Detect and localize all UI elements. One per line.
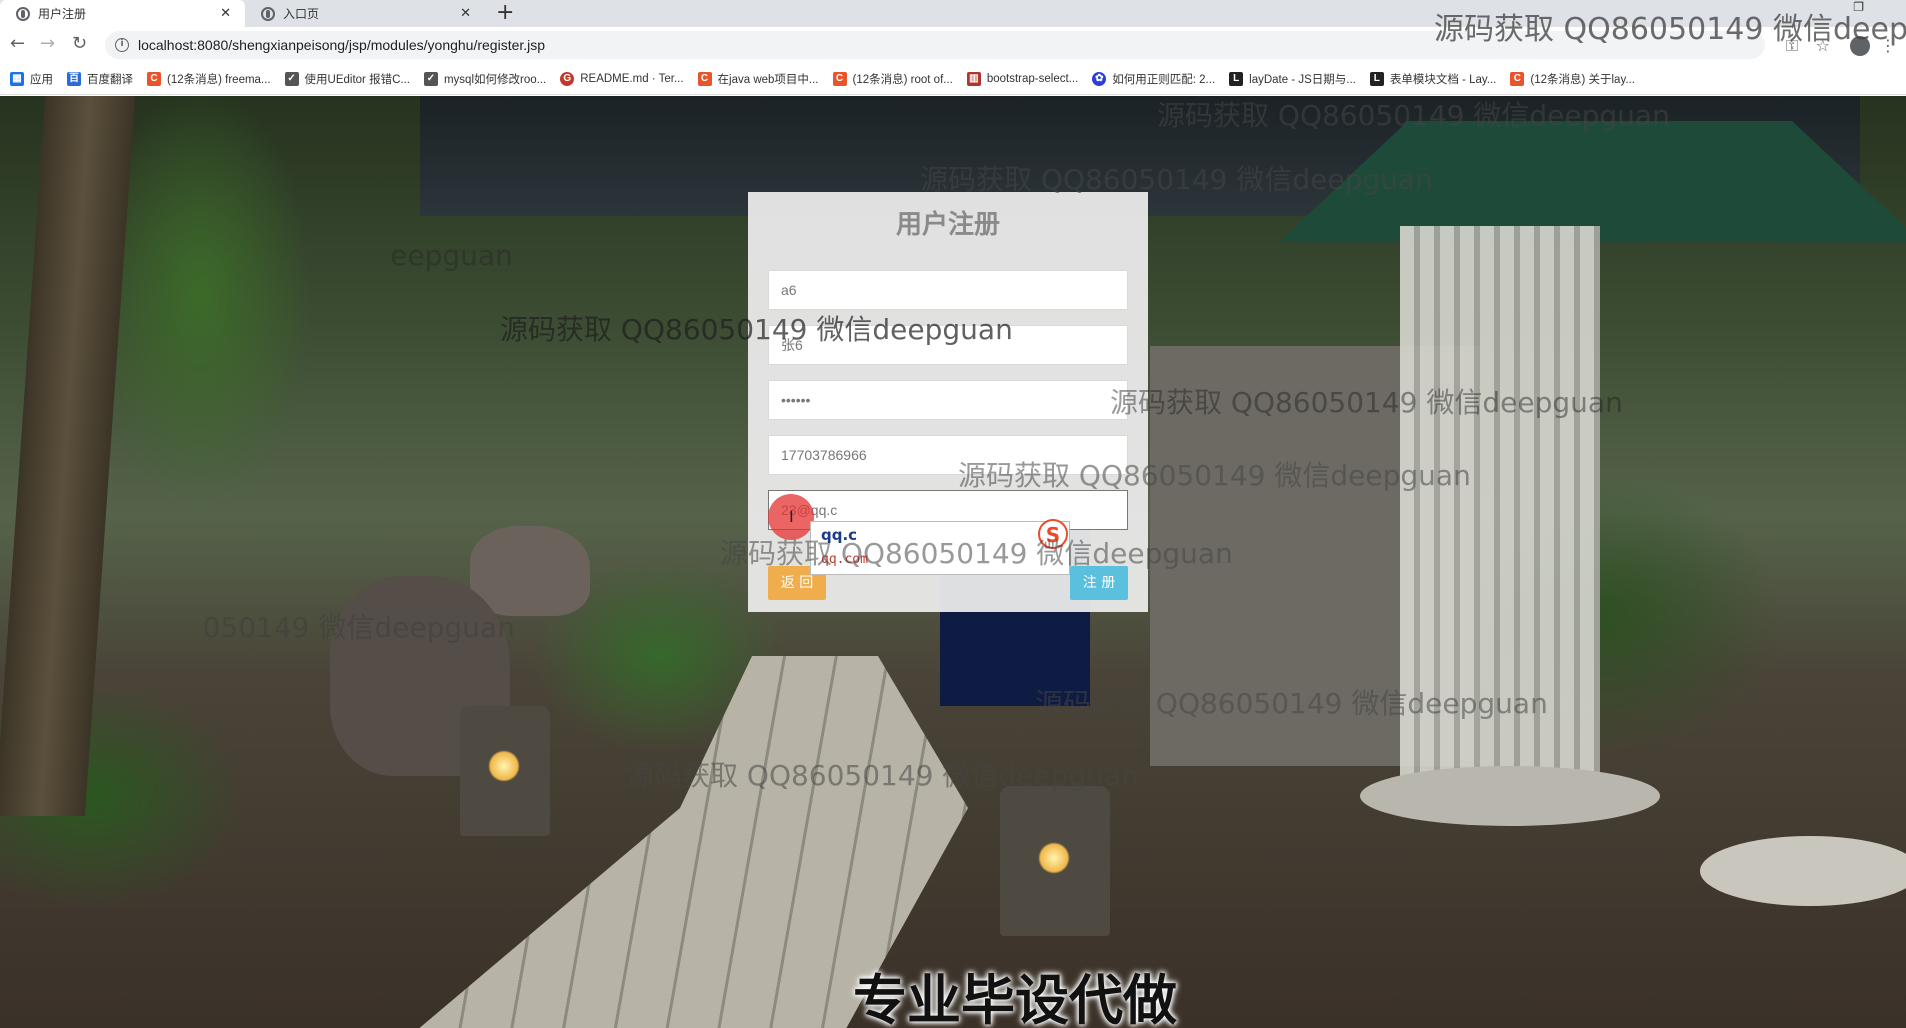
watermark: 源码获取 QQ86050149 微信deepguan [958,459,1471,492]
bookmark-item[interactable]: ✿ 如何用正则匹配: 2... [1092,71,1215,87]
watermark: 源码获取 QQ86050149 微信deepguan [626,759,1139,792]
watermark: 源码获取 QQ86050149 微信deepguan [1035,687,1548,720]
forward-arrow-icon[interactable]: → [40,34,55,54]
bookmark-item[interactable]: ▥ bootstrap-select... [966,71,1078,86]
background-lantern [1000,786,1110,936]
username-field[interactable]: a6 [768,270,1128,310]
bookmark-favicon: ✓ [423,71,438,86]
bookmark-favicon: G [560,71,575,86]
bookmark-favicon: C [697,71,712,86]
bookmark-favicon: ▥ [966,71,981,86]
bookmark-favicon: L [1369,71,1384,86]
background-tree-trunk [0,96,136,816]
watermark: 源码获取 QQ86050149 微信deepguan [1157,99,1670,132]
paw-icon: ✿ [1092,71,1107,86]
bookmark-item[interactable]: C 在java web项目中... [697,71,819,87]
caption-text: 专业毕设代做 [853,969,1177,1028]
tab-entry[interactable]: 入口页 ✕ [245,0,485,27]
bookmark-favicon: C [1510,71,1525,86]
globe-icon [16,6,30,21]
url-text: localhost:8080/shengxianpeisong/jsp/modu… [138,37,546,53]
background-table [1700,836,1906,906]
bookmark-item[interactable]: L 表单模块文档 - Lay... [1369,71,1496,87]
page-title: 用户注册 [895,210,1000,240]
bookmark-favicon: 百 [67,71,81,86]
watermark: 源码获取 QQ86050149 微信deepguan [500,313,1013,346]
background-lantern [460,706,550,836]
bookmark-favicon: L [1229,71,1244,86]
tab-label: 用户注册 [38,7,87,21]
reload-icon[interactable]: ↻ [72,34,87,54]
watermark: 源码获取 QQ86050149 微信deepguan [720,537,1233,570]
bookmarks-bar: ▦ 应用 百百度翻译 C (12条消息) freema... ✓ 使用UEditor … [0,63,1906,95]
apps-grid-icon: ▦ [10,71,24,86]
bookmark-favicon: ✓ [284,71,299,86]
bookmark-item[interactable]: ▦ 应用 [10,71,53,87]
new-tab-button[interactable]: + [496,1,514,25]
bookmark-item[interactable]: G README.md · Ter... [560,71,684,86]
bookmark-favicon: C [147,71,161,86]
back-arrow-icon[interactable]: ← [10,34,25,54]
bookmark-item[interactable]: ✓ 使用UEditor 报错C... [284,71,410,87]
close-icon[interactable]: ✕ [220,6,231,21]
bookmark-item[interactable]: ✓ mysql如何修改roo... [423,71,546,87]
page-background: 用户注册 a6 张6 •••••• 17703786966 23@qq.c 返 … [0,96,1906,1028]
close-icon[interactable]: ✕ [460,6,471,21]
bookmark-item[interactable]: LlayDate - JS日期与... [1229,71,1356,87]
tab-label: 入口页 [283,7,320,21]
bookmark-item[interactable]: 百百度翻译 [67,71,133,87]
background-table [1360,766,1660,826]
bookmark-item[interactable]: C (12条消息) freema... [147,71,271,87]
bookmark-item[interactable]: C (12条消息) root of... [832,71,953,87]
watermark: 源码获取 QQ86050149 微信deepg [1434,12,1906,47]
password-field[interactable]: •••••• [768,380,1128,420]
watermark: 源码获取 QQ86050149 微信deepguan [1110,386,1623,419]
background-rock [470,526,590,616]
info-icon[interactable]: i [115,38,129,52]
text-cursor-icon: I [789,507,794,526]
watermark: 源码获取 QQ86050149 微信deepguan [920,163,1433,196]
globe-icon [261,6,275,21]
tab-register[interactable]: 用户注册 ✕ [0,0,245,27]
bookmark-item[interactable]: C (12条消息) 关于lay... [1510,71,1635,87]
bookmark-favicon: C [832,71,847,86]
